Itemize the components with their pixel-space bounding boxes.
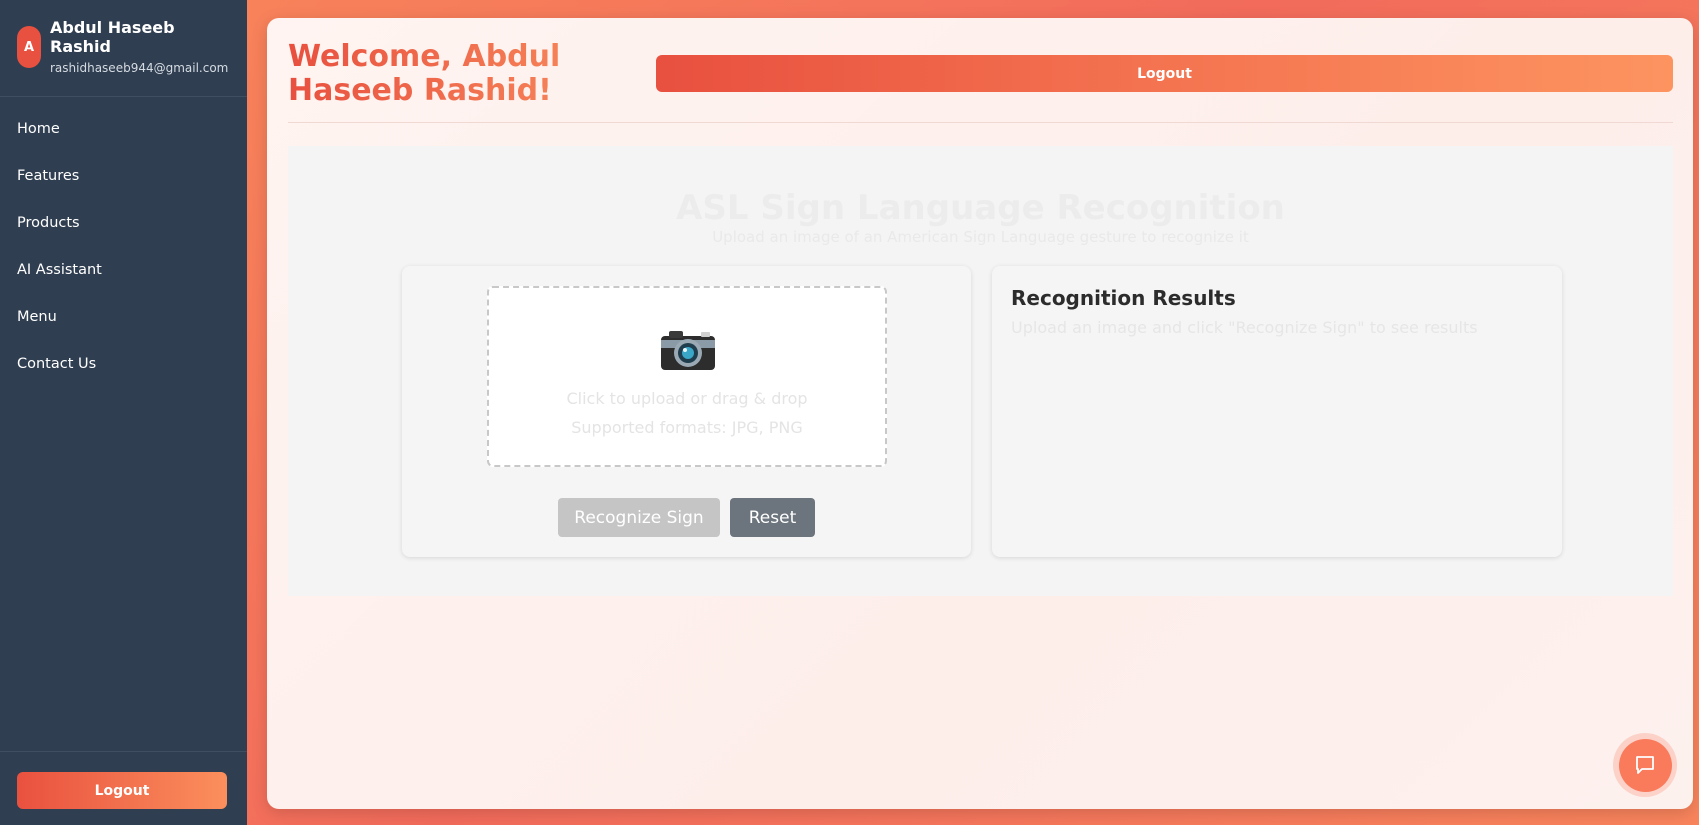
sidebar-item-menu[interactable]: Menu — [0, 294, 247, 341]
recognize-sign-button[interactable]: Recognize Sign — [558, 498, 720, 537]
avatar: A — [17, 26, 41, 68]
upload-dropzone[interactable]: Click to upload or drag & drop Supported… — [487, 286, 887, 467]
asl-title: ASL Sign Language Recognition — [676, 188, 1285, 228]
user-name: Abdul Haseeb Rashid — [50, 18, 175, 56]
profile-info: Abdul Haseeb Rashid rashidhaseeb944@gmai… — [50, 18, 230, 75]
user-email: rashidhaseeb944@gmail.com — [50, 61, 229, 75]
upload-prompt: Click to upload or drag & drop — [566, 389, 808, 408]
asl-section: ASL Sign Language Recognition Upload an … — [288, 146, 1673, 596]
sidebar-footer: Logout — [0, 751, 247, 825]
results-card: Recognition Results Upload an image and … — [992, 266, 1562, 557]
results-hint: Upload an image and click "Recognize Sig… — [1011, 318, 1478, 337]
main-panel: Welcome, Abdul Haseeb Rashid! Logout ASL… — [267, 18, 1693, 809]
sidebar-item-ai-assistant[interactable]: AI Assistant — [0, 247, 247, 294]
header-logout-button[interactable]: Logout — [656, 55, 1673, 92]
chat-button[interactable] — [1613, 733, 1677, 797]
user-profile: A Abdul Haseeb Rashid rashidhaseeb944@gm… — [0, 0, 247, 97]
sidebar-item-features[interactable]: Features — [0, 153, 247, 200]
camera-icon — [661, 331, 715, 370]
sidebar-logout-button[interactable]: Logout — [17, 772, 227, 809]
sidebar-item-products[interactable]: Products — [0, 200, 247, 247]
welcome-heading: Welcome, Abdul Haseeb Rashid! — [288, 40, 618, 108]
chat-button-inner — [1618, 738, 1672, 792]
results-title: Recognition Results — [1011, 286, 1236, 310]
sidebar-nav: Home Features Products AI Assistant Menu… — [0, 97, 247, 388]
sidebar-item-home[interactable]: Home — [0, 106, 247, 153]
upload-formats: Supported formats: JPG, PNG — [571, 418, 803, 437]
chat-icon — [1636, 756, 1654, 774]
upload-card: Click to upload or drag & drop Supported… — [402, 266, 971, 557]
sidebar: A Abdul Haseeb Rashid rashidhaseeb944@gm… — [0, 0, 247, 825]
reset-button[interactable]: Reset — [730, 498, 815, 537]
asl-subtitle: Upload an image of an American Sign Lang… — [712, 228, 1249, 246]
header-divider — [288, 122, 1673, 123]
sidebar-item-contact-us[interactable]: Contact Us — [0, 341, 247, 388]
